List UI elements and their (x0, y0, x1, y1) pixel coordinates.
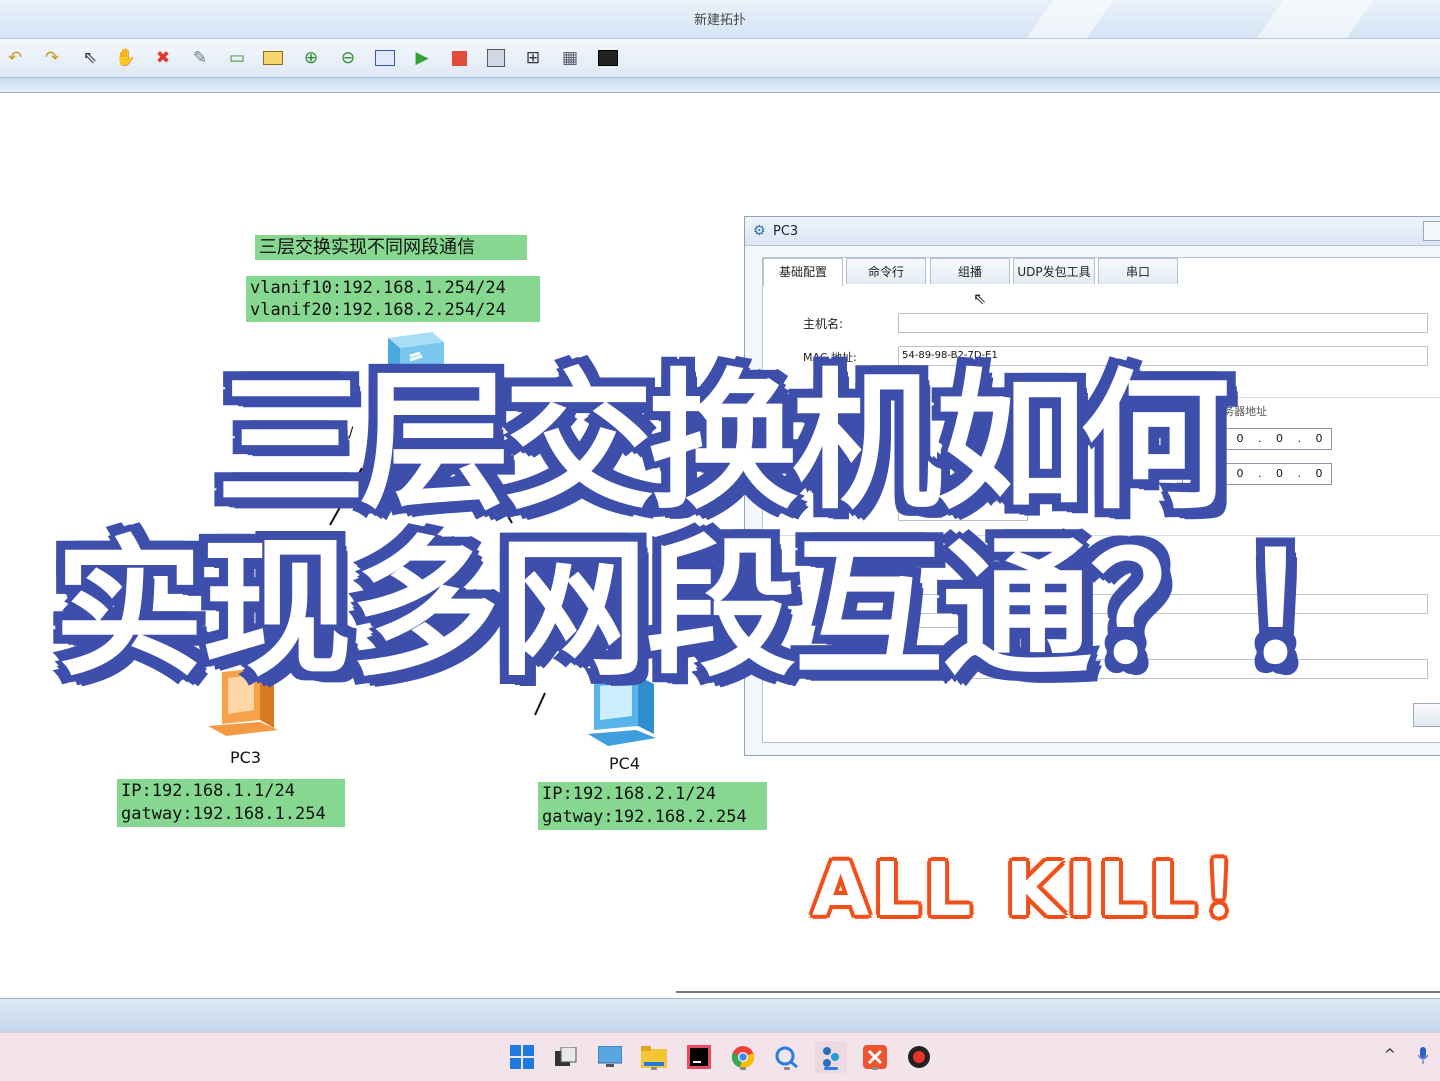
window-titlebar: 新建拓扑 (0, 0, 1440, 39)
pc4-name: PC4 (609, 754, 640, 773)
hostname-label: 主机名: (803, 317, 844, 331)
zoom-out-icon[interactable]: ⊖ (336, 46, 360, 70)
zoom-in-icon[interactable]: ⊕ (299, 46, 323, 70)
chevron-up-icon[interactable]: ^ (1384, 1047, 1396, 1063)
select-icon[interactable]: ⇖ (78, 46, 102, 70)
taskbar: ^ (0, 1032, 1440, 1081)
microphone-icon[interactable] (1417, 1047, 1429, 1064)
xmind-icon[interactable] (859, 1041, 891, 1073)
start-icon[interactable]: ▶ (410, 46, 434, 70)
dialog-title: PC3 (773, 224, 799, 239)
search-chat-icon[interactable] (771, 1041, 803, 1073)
minimize-button[interactable] (1423, 221, 1440, 241)
headline-line-1: 三层交换机如何 (215, 356, 1230, 530)
vlanif20-line: vlanif20:192.168.2.254/24 (250, 300, 506, 320)
tab-udp-tool[interactable]: UDP发包工具 (1013, 258, 1095, 284)
remote-desktop-icon[interactable] (594, 1041, 626, 1073)
undo-icon[interactable]: ↶ (3, 46, 27, 70)
vlanif-label[interactable]: vlanif10:192.168.1.254/24 vlanif20:192.1… (246, 276, 540, 322)
tab-command-line[interactable]: 命令行 (846, 258, 926, 284)
pc3-name: PC3 (230, 748, 261, 767)
ensp-icon[interactable] (815, 1041, 847, 1073)
capture-icon[interactable] (484, 46, 508, 70)
delete-link-icon[interactable]: ✎ (188, 46, 212, 70)
status-bar (0, 991, 1440, 1033)
headline-line-2: 实现多网段互通？！ (53, 523, 1388, 697)
grid-icon[interactable]: ▦ (558, 46, 582, 70)
delete-icon[interactable]: ✖ (151, 46, 175, 70)
text-icon[interactable]: ▭ (225, 46, 249, 70)
topology-icon[interactable]: ⊞ (521, 46, 545, 70)
pc4-gateway: gatway:192.168.2.254 (542, 807, 747, 827)
redo-icon[interactable]: ↷ (40, 46, 64, 70)
pc3-ip-label[interactable]: IP:192.168.1.1/24 gatway:192.168.1.254 (117, 779, 345, 827)
record-icon[interactable] (903, 1041, 935, 1073)
tab-multicast[interactable]: 组播 (930, 258, 1010, 284)
window-title: 新建拓扑 (693, 13, 746, 28)
tagline: ALL KILL！ (812, 847, 1279, 933)
dialog-titlebar[interactable]: ⚙ PC3 (745, 217, 1440, 246)
task-view-icon[interactable] (550, 1041, 582, 1073)
toolbar: ↶ ↷ ⇖ ✋ ✖ ✎ ▭ ⊕ ⊖ ▶ ⊞ ▦ (0, 39, 1440, 78)
pc4-ip-label[interactable]: IP:192.168.2.1/24 gatway:192.168.2.254 (538, 782, 767, 830)
rectangle-icon[interactable] (261, 46, 285, 70)
stop-icon[interactable] (447, 46, 471, 70)
intellij-icon[interactable] (683, 1041, 715, 1073)
pc3-gateway: gatway:192.168.1.254 (121, 804, 326, 824)
ensp-icon: ⚙ (753, 223, 766, 239)
hostname-input[interactable] (898, 313, 1428, 333)
mouse-cursor-icon: ⇖ (973, 289, 987, 308)
pc3-ip: IP:192.168.1.1/24 (121, 781, 295, 801)
hand-icon[interactable]: ✋ (114, 46, 138, 70)
windows-start-icon[interactable] (506, 1041, 538, 1073)
horizontal-scrollbar[interactable] (676, 991, 1440, 993)
tab-serial[interactable]: 串口 (1098, 258, 1178, 284)
screenshot-icon[interactable] (596, 46, 620, 70)
apply-button[interactable] (1413, 703, 1440, 727)
file-explorer-icon[interactable] (638, 1041, 670, 1073)
toolbar-separator (0, 78, 1440, 93)
pc4-ip: IP:192.168.2.1/24 (542, 784, 716, 804)
fit-icon[interactable] (373, 46, 397, 70)
tab-basic-config[interactable]: 基础配置 (763, 258, 843, 286)
vlanif10-line: vlanif10:192.168.1.254/24 (250, 278, 506, 298)
chrome-icon[interactable] (727, 1041, 759, 1073)
topology-title-label[interactable]: 三层交换实现不同网段通信 (255, 235, 527, 260)
